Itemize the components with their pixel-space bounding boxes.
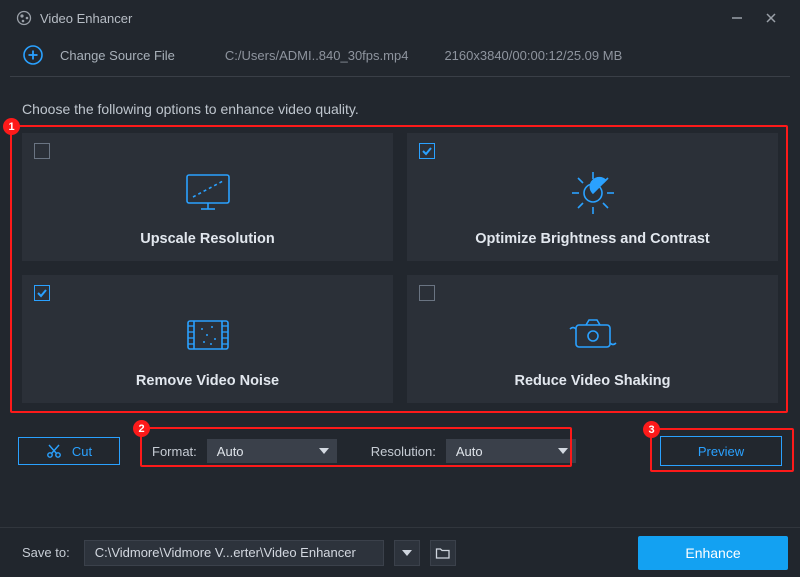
camera-icon bbox=[564, 307, 622, 363]
option-shaking[interactable]: Reduce Video Shaking bbox=[407, 275, 778, 403]
resolution-label: Resolution: bbox=[371, 444, 436, 459]
callout-2: 2 bbox=[133, 420, 150, 437]
preview-label: Preview bbox=[698, 444, 744, 459]
footer: Save to: C:\Vidmore\Vidmore V...erter\Vi… bbox=[0, 527, 800, 577]
option-noise[interactable]: Remove Video Noise bbox=[22, 275, 393, 403]
open-folder-button[interactable] bbox=[430, 540, 456, 566]
enhance-button[interactable]: Enhance bbox=[638, 536, 788, 570]
option-label: Optimize Brightness and Contrast bbox=[475, 231, 709, 247]
preview-button[interactable]: Preview bbox=[660, 436, 782, 466]
cut-label: Cut bbox=[72, 444, 92, 459]
checkbox-noise[interactable] bbox=[34, 285, 50, 301]
option-label: Upscale Resolution bbox=[140, 231, 275, 247]
app-icon bbox=[16, 10, 32, 26]
save-path-field[interactable]: C:\Vidmore\Vidmore V...erter\Video Enhan… bbox=[84, 540, 384, 566]
save-path-value: C:\Vidmore\Vidmore V...erter\Video Enhan… bbox=[95, 545, 356, 560]
enhance-label: Enhance bbox=[685, 545, 740, 561]
options-grid: Upscale Resolution bbox=[20, 131, 780, 405]
instruction-text: Choose the following options to enhance … bbox=[0, 77, 800, 127]
checkbox-shaking[interactable] bbox=[419, 285, 435, 301]
chevron-down-icon bbox=[558, 448, 568, 454]
add-icon[interactable] bbox=[22, 44, 44, 66]
save-path-dropdown[interactable] bbox=[394, 540, 420, 566]
filmstrip-icon bbox=[182, 307, 234, 363]
source-row: Change Source File C:/Users/ADMI..840_30… bbox=[0, 36, 800, 74]
resolution-dropdown[interactable]: Auto bbox=[446, 439, 576, 463]
chevron-down-icon bbox=[402, 550, 412, 556]
chevron-down-icon bbox=[319, 448, 329, 454]
cut-button[interactable]: Cut bbox=[18, 437, 120, 465]
format-value: Auto bbox=[217, 444, 244, 459]
callout-3: 3 bbox=[643, 421, 660, 438]
option-label: Remove Video Noise bbox=[136, 373, 279, 389]
source-file-path: C:/Users/ADMI..840_30fps.mp4 bbox=[225, 48, 409, 63]
format-dropdown[interactable]: Auto bbox=[207, 439, 337, 463]
source-file-info: 2160x3840/00:00:12/25.09 MB bbox=[444, 48, 622, 63]
title-bar: Video Enhancer bbox=[0, 0, 800, 36]
close-button[interactable] bbox=[754, 4, 788, 32]
monitor-icon bbox=[181, 165, 235, 221]
app-title: Video Enhancer bbox=[40, 11, 132, 26]
checkbox-upscale[interactable] bbox=[34, 143, 50, 159]
change-source-link[interactable]: Change Source File bbox=[60, 48, 175, 63]
option-upscale[interactable]: Upscale Resolution bbox=[22, 133, 393, 261]
option-label: Reduce Video Shaking bbox=[514, 373, 670, 389]
format-label: Format: bbox=[152, 444, 197, 459]
option-brightness[interactable]: Optimize Brightness and Contrast bbox=[407, 133, 778, 261]
minimize-button[interactable] bbox=[720, 4, 754, 32]
resolution-value: Auto bbox=[456, 444, 483, 459]
checkbox-brightness[interactable] bbox=[419, 143, 435, 159]
brightness-icon bbox=[565, 165, 621, 221]
controls-row: Cut 2 Format: Auto Resolution: Auto 3 Pr… bbox=[18, 433, 782, 469]
save-to-label: Save to: bbox=[22, 545, 70, 560]
